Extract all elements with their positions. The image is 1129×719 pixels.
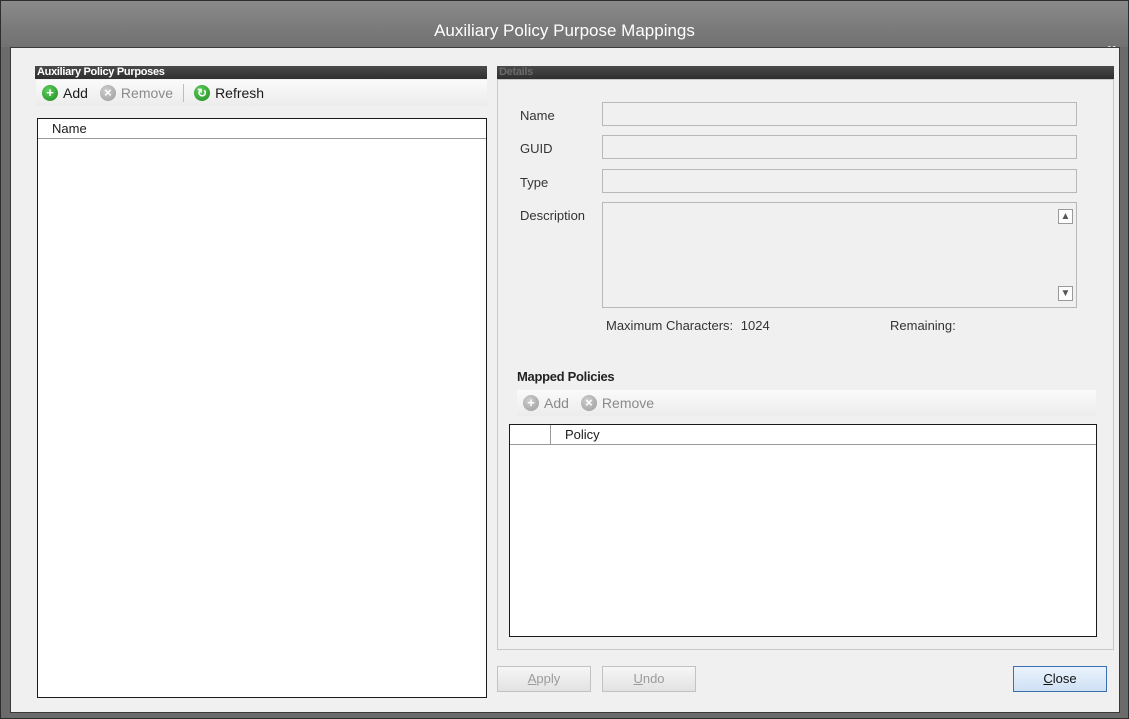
undo-accelerator: U [633,671,643,686]
column-header-selector[interactable] [510,425,551,445]
description-field[interactable]: ▲ ▼ [602,202,1077,308]
close-accelerator: C [1043,671,1053,686]
details-group-header: Details [497,66,1114,79]
add-purpose-button[interactable]: + Add [36,82,94,104]
remaining-label: Remaining: [890,318,956,333]
type-label: Type [520,175,549,190]
column-header-name[interactable]: Name [38,119,486,139]
remove-policy-label: Remove [601,395,655,411]
column-header-policy[interactable]: Policy [551,425,600,444]
purposes-group-header: Auxiliary Policy Purposes [35,66,487,79]
max-characters-value: 1024 [740,318,770,333]
plus-circle-icon: + [42,85,58,101]
refresh-label: Refresh [215,85,265,101]
name-label: Name [520,108,555,123]
purposes-list[interactable]: Name [37,118,487,698]
remove-policy-button[interactable]: × Remove [575,392,660,414]
apply-button[interactable]: Apply [497,666,591,692]
scroll-up-icon[interactable]: ▲ [1058,209,1073,224]
close-button[interactable]: Close [1013,666,1107,692]
type-field[interactable] [602,169,1077,193]
purposes-toolbar: + Add × Remove ↻ Refresh [36,80,487,106]
undo-label: ndo [642,671,665,686]
toolbar-separator [183,84,185,102]
mapped-policies-list[interactable]: Policy [509,424,1097,637]
mapped-policies-header: Policy [510,425,1096,445]
max-characters-label: Maximum Characters: [606,318,734,333]
window-title: Auxiliary Policy Purpose Mappings [434,21,695,40]
x-circle-icon: × [99,85,116,101]
details-panel: Name GUID Type Description ▲ ▼ Maximum C… [497,79,1114,650]
close-label: lose [1052,671,1077,686]
apply-label: pply [536,671,561,686]
refresh-button[interactable]: ↻ Refresh [188,82,270,104]
description-label: Description [520,208,586,223]
mapped-policies-title: Mapped Policies [517,369,615,384]
dialog-client: Auxiliary Policy Purposes + Add × Remove… [10,47,1120,713]
remove-purpose-button[interactable]: × Remove [94,82,179,104]
x-circle-icon: × [580,395,597,411]
mapped-policies-toolbar: + Add × Remove [517,390,1096,416]
refresh-circle-icon: ↻ [194,85,211,101]
name-field[interactable] [602,102,1077,126]
add-policy-label: Add [544,395,569,411]
plus-circle-icon: + [523,395,539,411]
max-characters: Maximum Characters: 1024 [606,318,770,333]
add-label: Add [63,85,88,101]
guid-field[interactable] [602,135,1077,159]
title-bar: Auxiliary Policy Purpose Mappings x [1,1,1128,58]
remove-label: Remove [120,85,174,101]
guid-label: GUID [520,141,553,156]
undo-button[interactable]: Undo [602,666,696,692]
scroll-down-icon[interactable]: ▼ [1058,286,1073,301]
add-policy-button[interactable]: + Add [517,392,575,414]
dialog-window: Auxiliary Policy Purpose Mappings x Auxi… [0,0,1129,719]
